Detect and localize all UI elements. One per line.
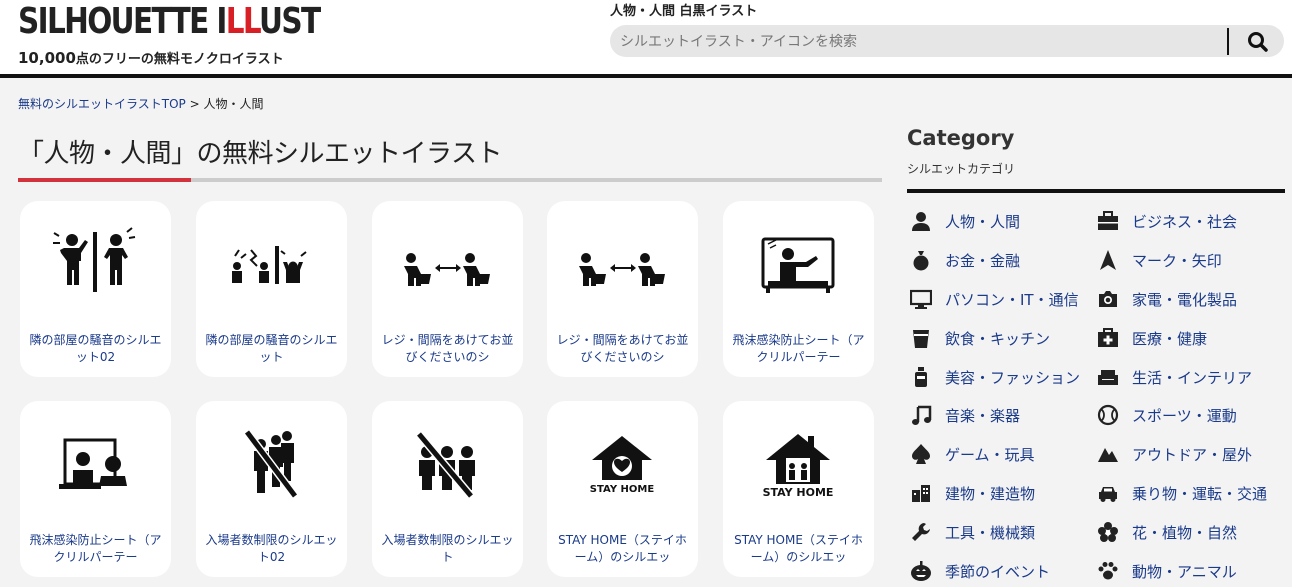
- stay-home-icon: STAY HOME: [590, 436, 655, 495]
- tagline-count: 10,000: [18, 49, 76, 67]
- flower-icon: [1098, 522, 1118, 542]
- pumpkin-icon: [911, 561, 931, 581]
- breadcrumb-separator: >: [185, 97, 204, 111]
- person-icon: [912, 212, 930, 231]
- category-label: 飲食・キッチン: [945, 330, 1051, 348]
- illustration-card[interactable]: レジ・間隔をあけてお並びくださいのシ: [372, 201, 523, 377]
- category-label: 動物・アニマル: [1132, 563, 1237, 581]
- title-underline: [18, 178, 882, 182]
- car-icon: [1099, 487, 1117, 502]
- camera-icon: [1099, 291, 1117, 307]
- mountain-icon: [1098, 448, 1118, 462]
- music-note-icon: [912, 405, 932, 425]
- breadcrumb-home-link[interactable]: 無料のシルエットイラストTOP: [18, 97, 186, 111]
- wrench-icon: [912, 523, 930, 541]
- illustration-card[interactable]: 入場者数制限のシルエット02: [196, 401, 347, 577]
- medical-kit-icon: [1098, 328, 1118, 347]
- acrylic-partition-icon: [761, 237, 835, 293]
- site-logo[interactable]: SILHOUETTE ILLUST: [18, 0, 321, 44]
- card-caption: 隣の部屋の騒音のシルエット: [205, 333, 338, 364]
- illustration-card[interactable]: 隣の部屋の騒音のシルエット: [196, 201, 347, 377]
- category-label: 人物・人間: [945, 213, 1021, 231]
- category-label: 花・植物・自然: [1132, 524, 1238, 542]
- search-button[interactable]: [1238, 27, 1278, 55]
- logo-text-2: LL: [225, 1, 261, 42]
- breadcrumb-current: 人物・人間: [203, 97, 264, 111]
- search-bar: [610, 25, 1284, 57]
- money-bag-icon: [913, 251, 929, 271]
- sidebar-subtitle: シルエットカテゴリ: [907, 162, 1016, 176]
- logo-text-1: SILHOUETTE I: [18, 1, 227, 42]
- search-icon: [1248, 32, 1268, 52]
- entry-limit-icon: [243, 429, 299, 499]
- card-caption: STAY HOME（ステイホーム）のシルエッ: [734, 533, 863, 564]
- title-underline-accent: [18, 178, 191, 182]
- category-label: アウトドア・屋外: [1132, 446, 1253, 464]
- category-label: マーク・矢印: [1132, 252, 1222, 270]
- bottle-icon: [915, 367, 927, 387]
- category-label: 工具・機械類: [945, 524, 1036, 542]
- category-label: お金・金融: [945, 252, 1021, 270]
- sofa-icon: [1098, 370, 1118, 385]
- card-caption: レジ・間隔をあけてお並びくださいのシ: [381, 333, 514, 364]
- category-label: 美容・ファッション: [945, 369, 1081, 387]
- arrow-icon: [1100, 250, 1116, 270]
- building-icon: [912, 485, 930, 502]
- card-caption: 隣の部屋の騒音のシルエット02: [29, 333, 162, 364]
- category-label: 医療・健康: [1132, 330, 1208, 348]
- neighbor-noise-icon: [232, 246, 307, 284]
- site-tagline: 10,000点のフリーの無料モノクロイラスト: [18, 48, 284, 67]
- sidebar-rule: [907, 189, 1285, 193]
- register-distance-icon: [579, 253, 665, 286]
- briefcase-icon: [1098, 211, 1118, 230]
- entry-limit-icon: [415, 431, 475, 499]
- card-caption: 入場者数制限のシルエット: [381, 533, 514, 564]
- category-label: 乗り物・運転・交通: [1132, 485, 1268, 503]
- cup-icon: [913, 330, 929, 348]
- category-label: パソコン・IT・通信: [945, 291, 1079, 309]
- logo-text-3: UST: [258, 1, 321, 42]
- ball-icon: [1097, 404, 1119, 426]
- category-label: スポーツ・運動: [1132, 407, 1237, 425]
- category-label: 季節のイベント: [945, 563, 1051, 581]
- breadcrumb: 無料のシルエットイラストTOP > 人物・人間: [18, 95, 263, 112]
- stay-home-icon: STAY HOME: [763, 434, 834, 499]
- category-label: ビジネス・社会: [1132, 213, 1238, 231]
- category-label: ゲーム・玩具: [945, 446, 1035, 464]
- card-caption: 飛沫感染防止シート（アクリルパーテー: [732, 333, 865, 364]
- sidebar-title: Category: [907, 126, 1015, 150]
- header-topic: 人物・人間 白黒イラスト: [610, 4, 758, 19]
- category-label: 家電・電化製品: [1132, 291, 1238, 309]
- paw-icon: [1098, 562, 1118, 580]
- card-caption: レジ・間隔をあけてお並びくださいのシ: [556, 333, 689, 364]
- monitor-icon: [910, 289, 932, 309]
- category-label: 生活・インテリア: [1132, 369, 1253, 387]
- neighbor-noise-icon: [53, 227, 136, 292]
- site-header: SILHOUETTE ILLUST 10,000点のフリーの無料モノクロイラスト…: [0, 0, 1292, 78]
- illustration-card[interactable]: 隣の部屋の騒音のシルエット02: [20, 201, 171, 377]
- illustration-card[interactable]: STAY HOME STAY HOME（ステイホーム）のシルエッ: [547, 401, 698, 577]
- card-caption: 飛沫感染防止シート（アクリルパーテー: [29, 533, 162, 564]
- register-distance-icon: [404, 253, 490, 286]
- illustration-card[interactable]: 入場者数制限のシルエット: [372, 401, 523, 577]
- page-title: 「人物・人間」の無料シルエットイラスト: [18, 139, 502, 169]
- search-input[interactable]: [618, 29, 1222, 55]
- tagline-text: 点のフリーの無料モノクロイラスト: [75, 52, 284, 67]
- spade-icon: [912, 444, 930, 464]
- category-label: 建物・建造物: [945, 485, 1036, 503]
- category-label: 音楽・楽器: [945, 407, 1021, 425]
- illustration-card[interactable]: 飛沫感染防止シート（アクリルパーテー: [723, 201, 874, 377]
- acrylic-partition-icon: [59, 438, 127, 489]
- card-caption: STAY HOME（ステイホーム）のシルエッ: [558, 533, 687, 564]
- illustration-card[interactable]: レジ・間隔をあけてお並びくださいのシ: [547, 201, 698, 377]
- svg-text:STAY HOME: STAY HOME: [763, 486, 834, 499]
- search-divider: [1227, 28, 1229, 55]
- illustration-card[interactable]: 飛沫感染防止シート（アクリルパーテー: [20, 401, 171, 577]
- card-caption: 入場者数制限のシルエット02: [205, 533, 338, 564]
- svg-text:STAY HOME: STAY HOME: [590, 484, 655, 495]
- illustration-card[interactable]: STAY HOME STAY HOME（ステイホーム）のシルエッ: [723, 401, 874, 577]
